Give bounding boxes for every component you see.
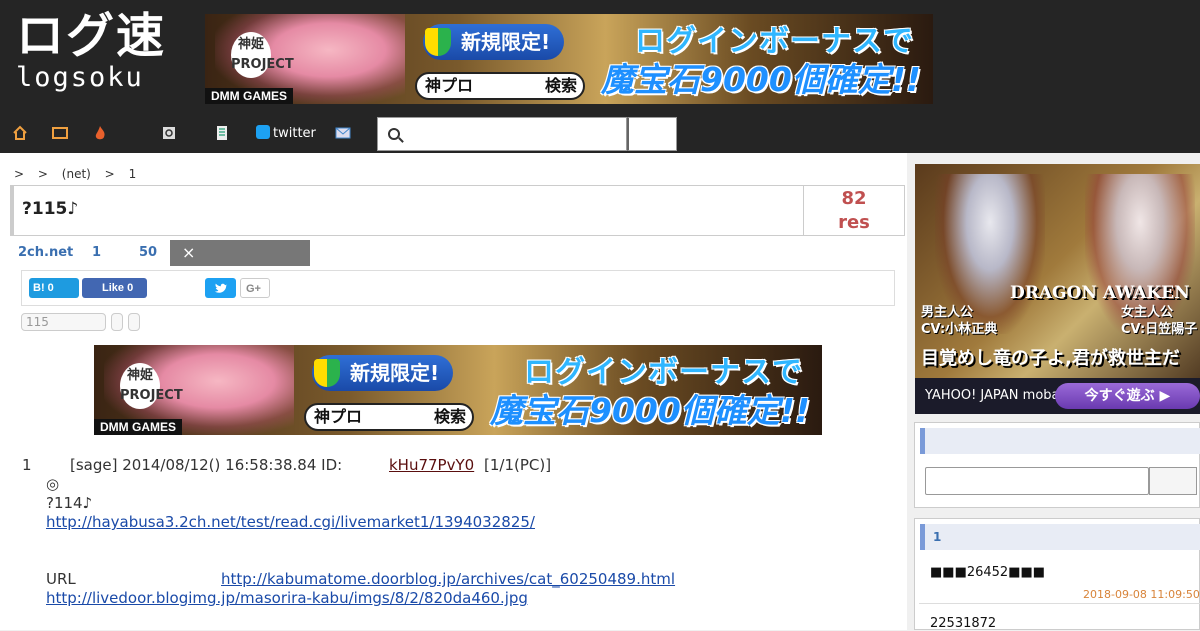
nav-twitter-link[interactable]: twitter (256, 125, 316, 142)
first-post-link[interactable]: 1 (92, 245, 101, 260)
facebook-like-button[interactable]: Like 0 (82, 278, 147, 298)
url-label: URL (46, 570, 76, 588)
ad-cv-male-role: 男主人公 (921, 305, 974, 320)
post-line: ?114♪ (46, 494, 93, 512)
list-icon[interactable] (214, 125, 230, 141)
ad-headline: ログインボーナスで (635, 24, 914, 59)
ad-brand-logo: 神姫 PROJECT (120, 363, 183, 409)
ad-cv-male: 男主人公 CV:小林正典 (921, 304, 997, 338)
sidebar-search-input[interactable] (925, 467, 1149, 495)
twitter-share-button[interactable] (205, 278, 236, 298)
ad-cv-female-role: 女主人公 (1121, 305, 1174, 320)
res-count-box: 82 res (803, 186, 904, 235)
breadcrumb-board[interactable]: (net) (62, 167, 91, 181)
top-ad-banner[interactable]: 神姫 PROJECT DMM GAMES 新規限定! 神プロ 検索 ログインボー… (205, 14, 933, 104)
beginner-mark-icon (314, 359, 340, 387)
search-input[interactable] (377, 117, 627, 151)
ad-catchphrase: 目覚めし竜の子よ,君が救世主だ (921, 348, 1180, 369)
ad-cv-female: 女主人公 CV:日笠陽子 (1121, 304, 1197, 338)
ad-play-button[interactable]: 今すぐ遊ぶ ▶ (1055, 383, 1200, 409)
google-plus-button[interactable]: G+ (240, 278, 270, 298)
last-50-link[interactable]: 50 (139, 245, 157, 260)
sidebar-search-button[interactable] (1149, 467, 1197, 495)
post-id[interactable]: kHu77PvY0 (389, 456, 474, 474)
sidebar-search-box (914, 422, 1200, 508)
sidebar-ranking-header: 1 (920, 524, 1200, 550)
sidebar-ranking-date: 2018-09-08 11:09:50 (1083, 588, 1200, 601)
ad-search-box: 神プロ 検索 (415, 72, 585, 100)
source-link[interactable]: 2ch.net (18, 245, 73, 260)
post-meta: [sage] 2014/08/12() 16:58:38.84 ID: (70, 456, 343, 474)
ad-search-label: 検索 (544, 76, 577, 95)
logo-japanese: ログ速 (16, 8, 167, 64)
ad-subline: 魔宝石9000個確定!! (601, 60, 921, 99)
search-history-icon[interactable] (162, 125, 178, 141)
resource-pill[interactable] (111, 313, 123, 331)
site-logo[interactable]: ログ速 logsoku (16, 8, 186, 100)
tv-icon[interactable] (52, 125, 68, 141)
share-row (21, 270, 895, 306)
post-id-count: [1/1(PC)] (484, 456, 552, 474)
beginner-mark-icon (425, 28, 451, 56)
home-icon[interactable] (12, 125, 28, 141)
search-button[interactable] (627, 117, 677, 151)
close-icon[interactable]: × (182, 243, 195, 262)
thread-title: ?115♪ (22, 199, 79, 219)
ad-dmm-label: DMM GAMES (94, 419, 182, 435)
breadcrumb-sep: > (14, 167, 25, 181)
hatena-bookmark-button[interactable]: B! 0 (29, 278, 79, 298)
post-line: ◎ (46, 475, 60, 493)
ad-subline: 魔宝石9000個確定!! (490, 391, 810, 430)
mid-ad-banner[interactable]: 神姫 PROJECT DMM GAMES 新規限定! 神プロ 検索 ログインボー… (94, 345, 822, 435)
resource-pill[interactable]: 115 (21, 313, 106, 331)
sidebar-ranking-item[interactable]: 22531872 (930, 616, 996, 631)
sidebar-search-header (920, 428, 1200, 454)
breadcrumb: > > (net) > 1 (14, 167, 146, 181)
ad-cv-female-name: CV:日笠陽子 (1121, 322, 1198, 337)
resource-pill[interactable] (128, 313, 140, 331)
sidebar-ad-banner[interactable]: DRAGON AWAKEN 男主人公 CV:小林正典 女主人公 CV:日笠陽子 目覚… (915, 164, 1200, 414)
post-link[interactable]: http://livedoor.blogimg.jp/masorira-kabu… (46, 589, 528, 607)
ad-headline: ログインボーナスで (524, 355, 803, 390)
logo-english: logsoku (16, 62, 144, 93)
fire-icon[interactable] (92, 125, 108, 141)
mail-icon[interactable] (335, 125, 351, 141)
divider (919, 603, 1200, 604)
ad-brand-logo: 神姫 PROJECT (231, 32, 294, 78)
breadcrumb-sep: > (104, 167, 115, 181)
search-icon (388, 128, 400, 140)
twitter-icon (256, 125, 270, 139)
post-link[interactable]: http://hayabusa3.2ch.net/test/read.cgi/l… (46, 513, 535, 531)
ad-game-title: DRAGON AWAKEN (1010, 283, 1190, 303)
res-count: 82 (841, 188, 867, 209)
ad-search-word: 神プロ (314, 407, 363, 426)
ad-dmm-label: DMM GAMES (205, 88, 293, 104)
ad-search-box: 神プロ 検索 (304, 403, 474, 431)
res-label: res (838, 212, 870, 233)
breadcrumb-current: 1 (128, 167, 137, 181)
post-link[interactable]: http://kabumatome.doorblog.jp/archives/c… (221, 570, 675, 588)
ad-cv-male-name: CV:小林正典 (921, 322, 998, 337)
sidebar-ranking-item[interactable]: ■■■26452■■■ (930, 565, 1045, 580)
nav-twitter-label: twitter (273, 126, 316, 141)
ad-search-word: 神プロ (425, 76, 474, 95)
thread-title-box (10, 185, 905, 236)
breadcrumb-sep: > (37, 167, 48, 181)
post-number[interactable]: 1 (22, 456, 32, 474)
close-bar[interactable]: × (170, 240, 310, 266)
ad-search-label: 検索 (433, 407, 466, 426)
